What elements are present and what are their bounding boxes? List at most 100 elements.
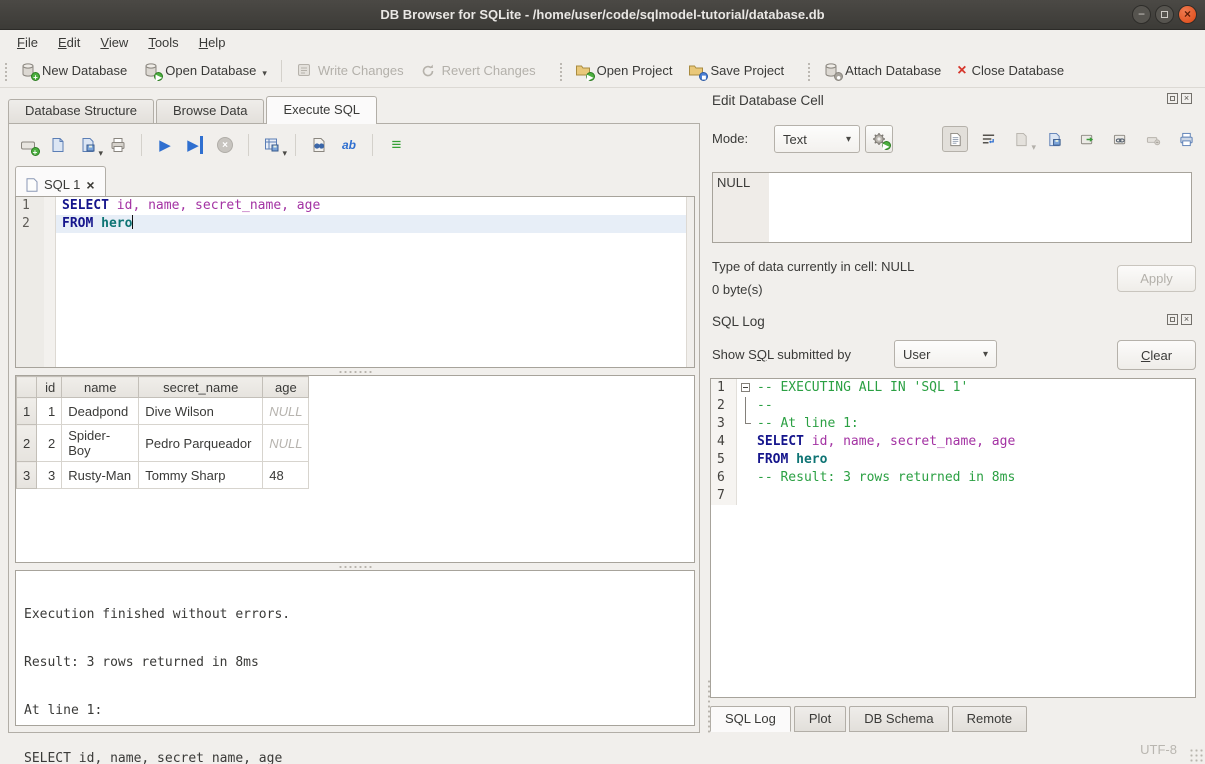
cell-name[interactable]: Rusty-Man <box>62 462 139 489</box>
write-changes-button[interactable]: Write Changes <box>288 58 412 83</box>
column-header-id[interactable]: id <box>37 377 62 398</box>
submitted-by-select[interactable]: User ▾ <box>894 340 997 368</box>
close-button[interactable]: × <box>1178 5 1197 24</box>
splitter-results-message[interactable] <box>15 563 695 570</box>
tab-database-structure[interactable]: Database Structure <box>8 99 154 124</box>
clear-log-button[interactable]: Clear <box>1117 340 1196 370</box>
table-row: 1 1 Deadpond Dive Wilson NULL <box>17 398 309 425</box>
save-sql-dropdown[interactable]: ▾ <box>98 148 103 159</box>
set-null-button[interactable] <box>1140 126 1166 152</box>
execute-all-button[interactable]: ▶ <box>152 133 178 157</box>
save-sql-file-button[interactable]: ▾ <box>75 133 101 157</box>
cell-mode-row: Mode: Text ▾ ▶ <box>712 125 1192 153</box>
column-header-name[interactable]: name <box>62 377 139 398</box>
cell-secret-name[interactable]: Pedro Parqueador <box>139 425 263 462</box>
cell-age[interactable]: 48 <box>263 462 309 489</box>
maximize-button[interactable] <box>1155 5 1174 24</box>
open-database-dropdown[interactable]: ▾ <box>262 68 267 79</box>
results-grid[interactable]: id name secret_name age 1 1 Deadpond Div… <box>15 375 695 563</box>
format-sql-button[interactable]: ≡ <box>383 133 409 157</box>
cell-id[interactable]: 1 <box>37 398 62 425</box>
print-sql-button[interactable] <box>105 133 131 157</box>
menu-view[interactable]: View <box>91 33 137 52</box>
attach-database-button[interactable]: ● Attach Database <box>815 58 949 83</box>
row-header[interactable]: 2 <box>17 425 37 462</box>
cell-value-editor[interactable]: NULL <box>712 172 1192 243</box>
column-header-secret-name[interactable]: secret_name <box>139 377 263 398</box>
float-panel-button[interactable] <box>1167 314 1178 325</box>
main-toolbar: + New Database ▶ Open Database ▾ Write C… <box>0 54 1205 88</box>
resize-grip[interactable] <box>1189 748 1203 762</box>
open-database-button[interactable]: ▶ Open Database ▾ <box>135 58 275 83</box>
editor-line: 1 SELECT id, name, secret_name, age <box>16 197 694 215</box>
execute-line-button[interactable]: ▶ <box>182 133 208 157</box>
tab-sql-log[interactable]: SQL Log <box>710 706 791 732</box>
row-header[interactable]: 1 <box>17 398 37 425</box>
toolbar-grip[interactable] <box>558 61 564 81</box>
find-button[interactable] <box>306 133 332 157</box>
save-project-button[interactable]: ■ Save Project <box>680 58 792 83</box>
corner-header[interactable] <box>17 377 37 398</box>
toolbar-grip[interactable] <box>3 61 9 81</box>
editor-scrollbar[interactable] <box>686 197 694 367</box>
cell-secret-name[interactable]: Dive Wilson <box>139 398 263 425</box>
replace-button[interactable]: ab <box>336 133 362 157</box>
menu-file[interactable]: File <box>8 33 47 52</box>
execute-line-icon: ▶ <box>187 136 203 154</box>
sql-editor-tab[interactable]: SQL 1 × <box>15 166 106 196</box>
menu-tools[interactable]: Tools <box>139 33 187 52</box>
open-in-app-button[interactable] <box>1074 126 1100 152</box>
open-project-button[interactable]: ▶ Open Project <box>567 58 681 83</box>
execution-message[interactable]: Execution finished without errors. Resul… <box>15 570 695 726</box>
sql-log-view[interactable]: 1 -- EXECUTING ALL IN 'SQL 1' 2 -- 3 -- … <box>710 378 1196 698</box>
revert-changes-button[interactable]: Revert Changes <box>412 58 544 83</box>
open-sql-file-button[interactable] <box>45 133 71 157</box>
menu-help[interactable]: Help <box>190 33 235 52</box>
tab-browse-data[interactable]: Browse Data <box>156 99 264 124</box>
toolbar-grip[interactable] <box>806 61 812 81</box>
apply-button[interactable]: Apply <box>1117 265 1196 292</box>
menu-edit[interactable]: Edit <box>49 33 89 52</box>
splitter-editor-results[interactable] <box>15 368 695 375</box>
encoding-indicator[interactable]: UTF-8 <box>1140 742 1177 757</box>
cell-age[interactable]: NULL <box>263 398 309 425</box>
cell-secret-name[interactable]: Tommy Sharp <box>139 462 263 489</box>
mode-select[interactable]: Text ▾ <box>774 125 860 153</box>
tab-db-schema[interactable]: DB Schema <box>849 706 948 732</box>
print-cell-button[interactable] <box>1173 126 1199 152</box>
cell-size-info: 0 byte(s) <box>712 282 763 297</box>
tab-plot[interactable]: Plot <box>794 706 846 732</box>
auto-apply-button[interactable]: ▶ <box>865 125 893 153</box>
minimize-button[interactable]: − <box>1132 5 1151 24</box>
column-header-age[interactable]: age <box>263 377 309 398</box>
cell-name[interactable]: Deadpond <box>62 398 139 425</box>
row-header[interactable]: 3 <box>17 462 37 489</box>
chevron-down-icon: ▾ <box>983 349 988 360</box>
new-sql-tab-button[interactable]: + <box>15 133 41 157</box>
close-database-button[interactable]: × Close Database <box>949 58 1072 83</box>
cell-id[interactable]: 2 <box>37 425 62 462</box>
cell-text-area[interactable] <box>769 173 1191 242</box>
stop-execution-button[interactable]: × <box>212 133 238 157</box>
title-bar[interactable]: DB Browser for SQLite - /home/user/code/… <box>0 0 1205 30</box>
fold-marker-icon[interactable] <box>741 383 750 392</box>
close-panel-button[interactable]: × <box>1181 93 1192 104</box>
word-wrap-button[interactable] <box>975 126 1001 152</box>
tab-remote[interactable]: Remote <box>952 706 1028 732</box>
save-results-button[interactable]: ▾ <box>259 133 285 157</box>
new-database-button[interactable]: + New Database <box>12 58 135 83</box>
cell-id[interactable]: 3 <box>37 462 62 489</box>
close-tab-icon[interactable]: × <box>86 179 94 191</box>
tab-execute-sql[interactable]: Execute SQL <box>266 96 377 124</box>
import-cell-button[interactable]: ▾ <box>1008 126 1034 152</box>
sql-editor[interactable]: 1 SELECT id, name, secret_name, age 2 FR… <box>15 196 695 368</box>
cell-age[interactable]: NULL <box>263 425 309 462</box>
cell-name[interactable]: Spider-Boy <box>62 425 139 462</box>
text-mode-button[interactable] <box>942 126 968 152</box>
float-panel-button[interactable] <box>1167 93 1178 104</box>
copy-link-button[interactable] <box>1107 126 1133 152</box>
close-panel-button[interactable]: × <box>1181 314 1192 325</box>
export-cell-button[interactable] <box>1041 126 1067 152</box>
main-tab-bar: Database Structure Browse Data Execute S… <box>8 96 379 124</box>
save-results-dropdown[interactable]: ▾ <box>282 148 287 159</box>
